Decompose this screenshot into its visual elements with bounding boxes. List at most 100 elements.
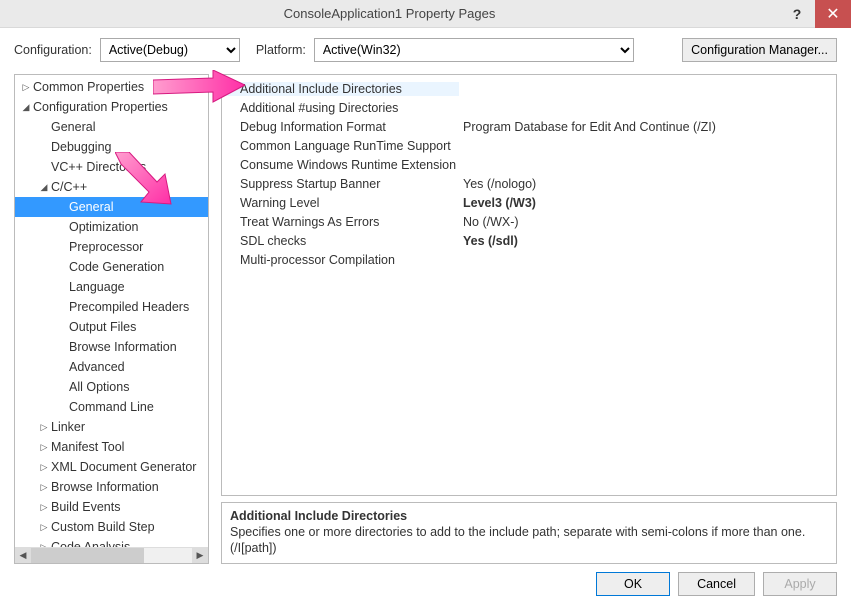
description-text: Specifies one or more directories to add… xyxy=(230,525,828,556)
property-name: SDL checks xyxy=(222,234,459,248)
property-grid[interactable]: Additional Include Directories Additional… xyxy=(221,74,837,496)
tree-item-label: Advanced xyxy=(69,360,125,374)
tree-item-label: Common Properties xyxy=(33,80,144,94)
tree-item-label: Language xyxy=(69,280,125,294)
window-title: ConsoleApplication1 Property Pages xyxy=(0,6,779,21)
tree-item-label: All Options xyxy=(69,380,129,394)
property-name: Suppress Startup Banner xyxy=(222,177,459,191)
property-name: Consume Windows Runtime Extension xyxy=(222,158,459,172)
tree-expand-icon[interactable] xyxy=(37,462,51,473)
property-row[interactable]: Multi-processor Compilation xyxy=(222,250,836,269)
tree-item[interactable]: Code Generation xyxy=(15,257,208,277)
tree-item[interactable]: Build Events xyxy=(15,497,208,517)
property-value[interactable]: Yes (/nologo) xyxy=(459,177,836,191)
property-row[interactable]: Consume Windows Runtime Extension xyxy=(222,155,836,174)
property-value[interactable]: Yes (/sdl) xyxy=(459,234,836,248)
platform-label: Platform: xyxy=(256,43,306,57)
close-button[interactable]: ✕ xyxy=(815,0,851,28)
property-name: Additional #using Directories xyxy=(222,101,459,115)
tree-item[interactable]: Precompiled Headers xyxy=(15,297,208,317)
tree-item[interactable]: Manifest Tool xyxy=(15,437,208,457)
tree-item[interactable]: Preprocessor xyxy=(15,237,208,257)
scroll-right-button[interactable]: ▶ xyxy=(192,548,208,564)
property-value[interactable]: Level3 (/W3) xyxy=(459,196,836,210)
help-button[interactable]: ? xyxy=(779,0,815,28)
scroll-left-button[interactable]: ◀ xyxy=(15,548,31,564)
property-name: Multi-processor Compilation xyxy=(222,253,459,267)
tree-item-label: Manifest Tool xyxy=(51,440,124,454)
tree-horizontal-scrollbar[interactable]: ◀ ▶ xyxy=(15,547,208,563)
tree-item[interactable]: Custom Build Step xyxy=(15,517,208,537)
tree-item[interactable]: VC++ Directories xyxy=(15,157,208,177)
tree-expand-icon[interactable] xyxy=(37,182,51,193)
tree-expand-icon[interactable] xyxy=(19,82,33,93)
tree-expand-icon[interactable] xyxy=(37,442,51,453)
tree-item-label: Code Generation xyxy=(69,260,164,274)
tree-item-label: Code Analysis xyxy=(51,540,130,547)
tree-item[interactable]: Configuration Properties xyxy=(15,97,208,117)
cancel-button[interactable]: Cancel xyxy=(678,572,755,596)
property-name: Treat Warnings As Errors xyxy=(222,215,459,229)
tree-item[interactable]: Command Line xyxy=(15,397,208,417)
property-value[interactable]: No (/WX-) xyxy=(459,215,836,229)
tree-item[interactable]: Code Analysis xyxy=(15,537,208,547)
property-value[interactable]: Program Database for Edit And Continue (… xyxy=(459,120,836,134)
property-row[interactable]: Additional Include Directories xyxy=(222,79,836,98)
property-row[interactable]: Warning LevelLevel3 (/W3) xyxy=(222,193,836,212)
tree-item-label: Configuration Properties xyxy=(33,100,168,114)
titlebar: ConsoleApplication1 Property Pages ? ✕ xyxy=(0,0,851,28)
tree-item[interactable]: Browse Information xyxy=(15,477,208,497)
tree-item[interactable]: General xyxy=(15,197,208,217)
platform-select[interactable]: Active(Win32) xyxy=(314,38,634,62)
tree-item-label: Precompiled Headers xyxy=(69,300,189,314)
tree-item-label: Linker xyxy=(51,420,85,434)
property-row[interactable]: Debug Information FormatProgram Database… xyxy=(222,117,836,136)
tree-item[interactable]: Browse Information xyxy=(15,337,208,357)
tree-item[interactable]: All Options xyxy=(15,377,208,397)
main-area: Common Properties Configuration Propertie… xyxy=(0,74,851,564)
description-title: Additional Include Directories xyxy=(230,509,828,523)
tree-item-label: XML Document Generator xyxy=(51,460,196,474)
tree-item[interactable]: Debugging xyxy=(15,137,208,157)
tree-item-label: Browse Information xyxy=(69,340,177,354)
tree-panel: Common Properties Configuration Propertie… xyxy=(14,74,209,564)
tree-item-label: General xyxy=(51,120,95,134)
ok-button[interactable]: OK xyxy=(596,572,670,596)
tree-item[interactable]: C/C++ xyxy=(15,177,208,197)
tree-item[interactable]: Advanced xyxy=(15,357,208,377)
property-name: Warning Level xyxy=(222,196,459,210)
apply-button[interactable]: Apply xyxy=(763,572,837,596)
configuration-select[interactable]: Active(Debug) xyxy=(100,38,240,62)
tree-item[interactable]: XML Document Generator xyxy=(15,457,208,477)
tree-expand-icon[interactable] xyxy=(37,422,51,433)
scroll-thumb[interactable] xyxy=(31,548,144,564)
property-row[interactable]: Treat Warnings As ErrorsNo (/WX-) xyxy=(222,212,836,231)
tree-item[interactable]: Language xyxy=(15,277,208,297)
configuration-label: Configuration: xyxy=(14,43,92,57)
tree-item-label: Browse Information xyxy=(51,480,159,494)
tree-item-label: C/C++ xyxy=(51,180,87,194)
tree-item-label: Custom Build Step xyxy=(51,520,155,534)
tree-expand-icon[interactable] xyxy=(37,502,51,513)
property-row[interactable]: Additional #using Directories xyxy=(222,98,836,117)
tree-item[interactable]: Output Files xyxy=(15,317,208,337)
tree-expand-icon[interactable] xyxy=(19,102,33,113)
tree-item-label: Optimization xyxy=(69,220,138,234)
config-row: Configuration: Active(Debug) Platform: A… xyxy=(0,28,851,74)
configuration-manager-button[interactable]: Configuration Manager... xyxy=(682,38,837,62)
scroll-track[interactable] xyxy=(31,548,192,564)
right-pane: Additional Include DirectoriesAdditional… xyxy=(221,74,837,564)
property-row[interactable]: Common Language RunTime Support xyxy=(222,136,836,155)
tree-expand-icon[interactable] xyxy=(37,482,51,493)
tree-expand-icon[interactable] xyxy=(37,522,51,533)
tree-item[interactable]: Linker xyxy=(15,417,208,437)
tree-item-label: Debugging xyxy=(51,140,111,154)
tree-item[interactable]: Common Properties xyxy=(15,77,208,97)
property-row[interactable]: Suppress Startup BannerYes (/nologo) xyxy=(222,174,836,193)
property-name: Common Language RunTime Support xyxy=(222,139,459,153)
property-row[interactable]: SDL checksYes (/sdl) xyxy=(222,231,836,250)
tree-item[interactable]: General xyxy=(15,117,208,137)
property-tree[interactable]: Common Properties Configuration Propertie… xyxy=(15,75,208,547)
description-box: Additional Include Directories Specifies… xyxy=(221,502,837,564)
tree-item[interactable]: Optimization xyxy=(15,217,208,237)
